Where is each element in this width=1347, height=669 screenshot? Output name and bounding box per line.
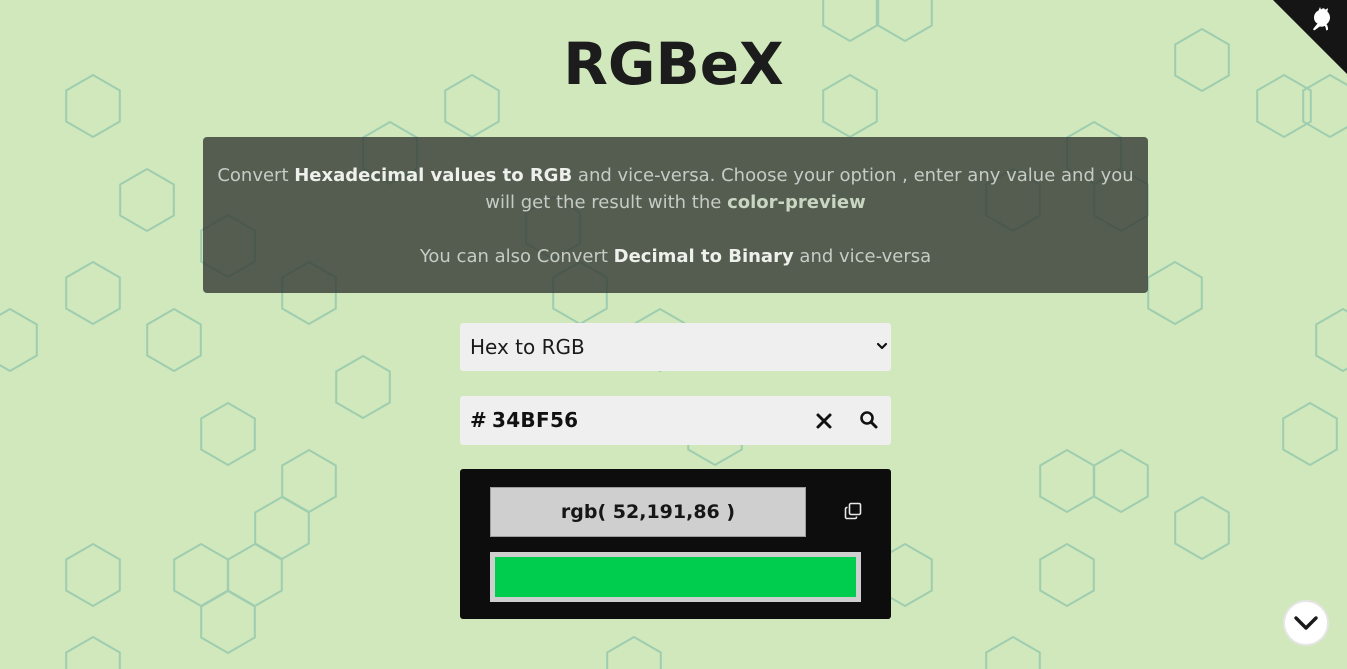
color-preview — [490, 552, 861, 602]
hash-prefix: # — [470, 408, 487, 432]
hexagon-shape — [1039, 448, 1095, 514]
search-icon[interactable] — [858, 409, 880, 431]
hexagon-shape — [1093, 448, 1149, 514]
conversion-mode-value: Hex to RGB — [470, 335, 585, 359]
app-title: RGBeX — [563, 30, 784, 98]
hexagon-shape — [146, 307, 202, 373]
hexagon-shape — [119, 167, 175, 233]
result-panel: rgb( 52,191,86 ) — [460, 469, 891, 619]
hexagon-shape — [1282, 401, 1338, 467]
copy-icon[interactable] — [844, 502, 862, 520]
hexagon-shape — [1315, 307, 1347, 373]
page: RGBeX Convert Hexadecimal values to RGB … — [0, 0, 1347, 669]
rgb-output: rgb( 52,191,86 ) — [490, 487, 806, 537]
chevron-down-icon — [1294, 616, 1318, 630]
chevron-down-icon — [876, 342, 888, 350]
hexagon-shape — [65, 260, 121, 326]
hexagon-shape — [1039, 542, 1095, 608]
hexagon-shape — [65, 542, 121, 608]
info-text: You can also Convert — [419, 246, 614, 267]
hex-input-value[interactable]: 34BF56 — [492, 408, 578, 432]
hexagon-shape — [606, 635, 662, 669]
hexagon-shape — [65, 635, 121, 669]
hexagon-shape — [1147, 260, 1203, 326]
github-octocat-icon[interactable] — [1273, 0, 1347, 74]
hexagon-shape — [985, 635, 1041, 669]
info-line-2: You can also Convert Decimal to Binary a… — [203, 243, 1148, 270]
hexagon-shape — [335, 354, 391, 420]
scroll-down-button[interactable] — [1283, 600, 1329, 646]
info-highlight-dec-bin: Decimal to Binary — [613, 246, 794, 267]
hex-input-field[interactable]: # 34BF56 — [460, 396, 891, 445]
info-line-1: Convert Hexadecimal values to RGB and vi… — [203, 162, 1148, 216]
color-preview-swatch — [495, 557, 856, 597]
info-text: Convert — [217, 165, 295, 186]
info-highlight-color-preview: color-preview — [727, 192, 866, 213]
info-text: and vice-versa — [793, 246, 932, 267]
conversion-mode-select[interactable]: Hex to RGB — [460, 323, 891, 371]
hexagon-shape — [200, 401, 256, 467]
info-box: Convert Hexadecimal values to RGB and vi… — [203, 137, 1148, 293]
info-highlight-hex-rgb: Hexadecimal values to RGB — [294, 165, 573, 186]
hexagon-shape — [0, 307, 38, 373]
close-x-icon[interactable] — [814, 411, 834, 431]
hexagon-shape — [1174, 495, 1230, 561]
